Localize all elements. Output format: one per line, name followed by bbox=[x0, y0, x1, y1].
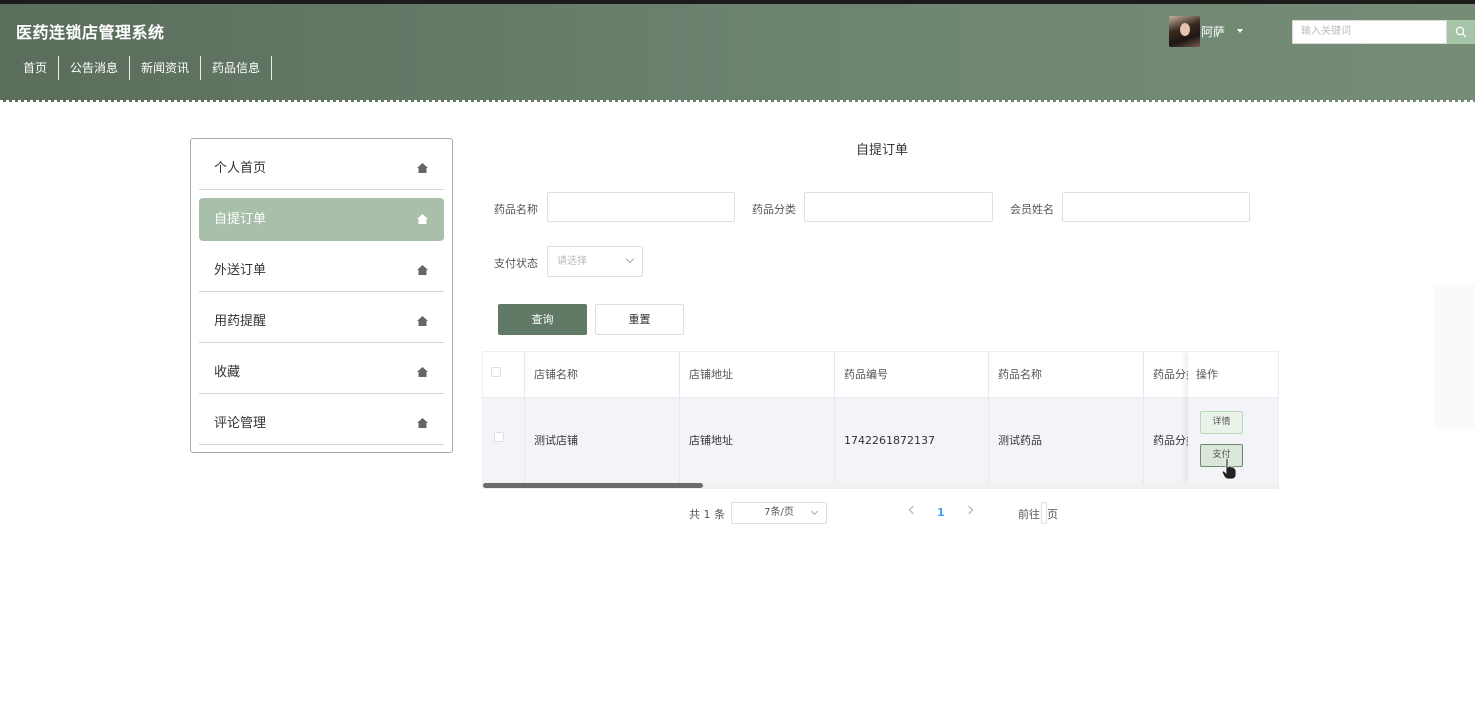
pay-status-select[interactable]: 请选择 bbox=[547, 246, 643, 277]
col-header-drug-code[interactable]: 药品编号 bbox=[835, 352, 989, 398]
pagination-total: 共 1 条 bbox=[689, 508, 725, 521]
orders-table: 店铺名称 店铺地址 药品编号 药品名称 药品分类 测试店铺 店铺地址 17422… bbox=[482, 351, 1279, 489]
sidebar-item-medication-reminder[interactable]: 用药提醒 bbox=[199, 300, 444, 343]
main-nav: 首页 公告消息 新闻资讯 药品信息 bbox=[12, 56, 273, 80]
sidebar-item-label: 个人首页 bbox=[214, 161, 267, 176]
drug-category-label: 药品分类 bbox=[752, 203, 796, 216]
drug-category-input[interactable] bbox=[804, 192, 993, 222]
sidebar-item-pickup-orders[interactable]: 自提订单 bbox=[199, 198, 444, 241]
cell-shop-name: 测试店铺 bbox=[525, 398, 680, 484]
chevron-down-icon bbox=[810, 507, 819, 516]
search-icon bbox=[1455, 26, 1467, 38]
sidebar-menu: 个人首页 自提订单 外送订单 用药提醒 收藏 评论管理 bbox=[190, 138, 453, 453]
pay-status-placeholder: 请选择 bbox=[557, 256, 587, 267]
home-icon bbox=[417, 163, 428, 173]
home-icon bbox=[417, 367, 428, 377]
select-all-checkbox[interactable] bbox=[491, 367, 501, 377]
col-header-shop-name[interactable]: 店铺名称 bbox=[525, 352, 680, 398]
horizontal-scrollbar[interactable] bbox=[483, 483, 1278, 488]
nav-item-drugs[interactable]: 药品信息 bbox=[201, 56, 273, 80]
member-name-label: 会员姓名 bbox=[1010, 203, 1054, 216]
side-float-tab[interactable] bbox=[1433, 285, 1475, 429]
sidebar-item-favorites[interactable]: 收藏 bbox=[199, 351, 444, 394]
sidebar-item-label: 用药提醒 bbox=[214, 314, 267, 329]
row-checkbox-cell bbox=[483, 398, 525, 484]
site-title: 医药连锁店管理系统 bbox=[16, 23, 165, 42]
sidebar-item-label: 评论管理 bbox=[214, 416, 267, 431]
avatar[interactable] bbox=[1169, 16, 1200, 47]
user-name[interactable]: 阿萨 bbox=[1201, 23, 1225, 40]
sidebar-item-label: 外送订单 bbox=[214, 263, 267, 278]
search-button[interactable] bbox=[1447, 20, 1475, 44]
col-header-actions: 操作 bbox=[1188, 352, 1278, 398]
member-name-input[interactable] bbox=[1062, 192, 1250, 222]
sidebar-item-comments[interactable]: 评论管理 bbox=[199, 402, 444, 445]
nav-item-news[interactable]: 新闻资讯 bbox=[130, 56, 202, 80]
page-size-select[interactable]: 7条/页 bbox=[731, 502, 827, 524]
sidebar-item-delivery-orders[interactable]: 外送订单 bbox=[199, 249, 444, 292]
prev-page-icon[interactable] bbox=[908, 505, 918, 515]
col-header-drug-name[interactable]: 药品名称 bbox=[989, 352, 1144, 398]
table-row: 测试店铺 店铺地址 1742261872137 测试药品 药品分类 bbox=[483, 398, 1278, 484]
nav-item-home[interactable]: 首页 bbox=[12, 56, 60, 80]
detail-button[interactable]: 详情 bbox=[1200, 411, 1243, 434]
cell-shop-address: 店铺地址 bbox=[680, 398, 835, 484]
next-page-icon[interactable] bbox=[964, 505, 974, 515]
pay-status-label: 支付状态 bbox=[494, 257, 538, 270]
home-icon bbox=[417, 214, 428, 224]
home-icon bbox=[417, 418, 428, 428]
top-header: 医药连锁店管理系统 首页 公告消息 新闻资讯 药品信息 阿萨 输入关键词 bbox=[0, 0, 1475, 102]
nav-item-notices[interactable]: 公告消息 bbox=[59, 56, 131, 80]
caret-down-icon[interactable] bbox=[1237, 29, 1243, 33]
cell-drug-code: 1742261872137 bbox=[835, 398, 989, 484]
scrollbar-thumb[interactable] bbox=[483, 483, 703, 488]
row-checkbox[interactable] bbox=[494, 432, 504, 442]
drug-name-label: 药品名称 bbox=[494, 203, 538, 216]
col-header-shop-address[interactable]: 店铺地址 bbox=[680, 352, 835, 398]
query-button[interactable]: 查询 bbox=[498, 304, 587, 335]
drug-name-input[interactable] bbox=[547, 192, 735, 222]
sidebar-item-personal-home[interactable]: 个人首页 bbox=[199, 147, 444, 190]
page-unit-label: 页 bbox=[1047, 508, 1058, 521]
search-input[interactable]: 输入关键词 bbox=[1292, 20, 1447, 44]
home-icon bbox=[417, 316, 428, 326]
table-header-row: 店铺名称 店铺地址 药品编号 药品名称 药品分类 bbox=[483, 352, 1278, 398]
home-icon bbox=[417, 265, 428, 275]
chevron-down-icon bbox=[625, 254, 635, 264]
goto-label: 前往 bbox=[1018, 508, 1040, 521]
sidebar-item-label: 自提订单 bbox=[214, 212, 267, 227]
current-page[interactable]: 1 bbox=[937, 506, 945, 519]
sidebar-item-label: 收藏 bbox=[214, 365, 241, 380]
hand-cursor-icon bbox=[1222, 458, 1236, 480]
header-checkbox-cell bbox=[483, 352, 525, 398]
cell-drug-name: 测试药品 bbox=[989, 398, 1144, 484]
page-size-value: 7条/页 bbox=[764, 507, 794, 518]
page-title: 自提订单 bbox=[856, 143, 909, 158]
reset-button[interactable]: 重置 bbox=[595, 304, 684, 335]
